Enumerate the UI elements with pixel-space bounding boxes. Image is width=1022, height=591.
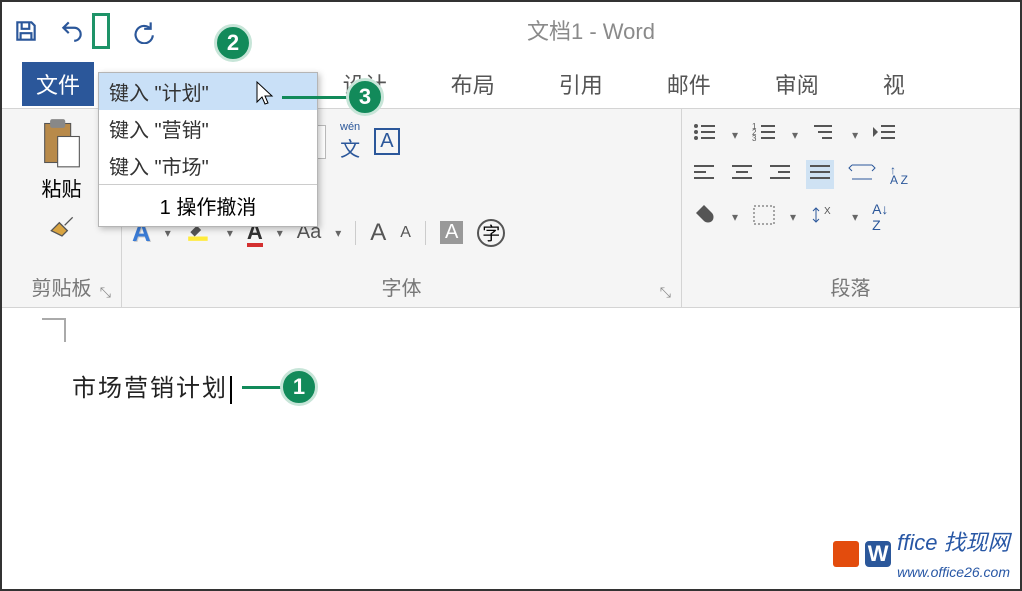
align-left-icon[interactable] bbox=[692, 162, 716, 187]
paste-label: 粘贴 bbox=[42, 173, 82, 202]
bullets-icon[interactable] bbox=[692, 121, 718, 148]
clipboard-group-label: 剪贴板 ⤡ bbox=[12, 270, 111, 303]
title-bar: 文档1 - Word bbox=[2, 2, 1020, 60]
watermark-word-icon: W bbox=[865, 541, 891, 567]
callout-1: 1 bbox=[280, 368, 318, 406]
paragraph-group: ▾ 123▾ ▾ ↑A Z ▾ ▾ X▾ A↓Z 段落 bbox=[682, 109, 1020, 307]
undo-item-3[interactable]: 键入 "市场" bbox=[99, 147, 317, 184]
redo-icon[interactable] bbox=[128, 17, 156, 45]
cursor-pointer-icon bbox=[254, 80, 276, 113]
line-spacing-icon[interactable]: X bbox=[810, 204, 838, 231]
watermark-office-icon bbox=[833, 541, 859, 567]
enclose-characters-icon[interactable]: 字 bbox=[477, 219, 505, 247]
save-icon[interactable] bbox=[12, 17, 40, 45]
tab-view[interactable]: 视 bbox=[881, 62, 907, 106]
undo-item-2[interactable]: 键入 "营销" bbox=[99, 110, 317, 147]
decrease-indent-icon[interactable] bbox=[872, 121, 898, 148]
svg-text:X: X bbox=[824, 206, 831, 217]
clipboard-launcher-icon[interactable]: ⤡ bbox=[100, 284, 111, 301]
undo-footer: 1 操作撤消 bbox=[99, 184, 317, 226]
font-group-label: 字体 ⤡ bbox=[132, 270, 671, 303]
watermark: W ffice 找现网 www.office26.com bbox=[833, 525, 1010, 583]
character-border-icon[interactable]: A bbox=[374, 128, 399, 155]
callout-3: 3 bbox=[346, 78, 384, 116]
window-title: 文档1 - Word bbox=[527, 14, 655, 46]
align-right-icon[interactable] bbox=[768, 162, 792, 187]
document-text: 市场营销计划 bbox=[72, 375, 228, 402]
character-shading-icon[interactable]: A bbox=[440, 221, 463, 244]
shrink-font-icon[interactable]: A bbox=[400, 224, 411, 242]
borders-icon[interactable] bbox=[752, 204, 776, 231]
callout-3-line bbox=[282, 96, 352, 99]
justify-icon[interactable] bbox=[806, 160, 834, 189]
font-launcher-icon[interactable]: ⤡ bbox=[660, 284, 671, 301]
undo-icon[interactable] bbox=[58, 17, 86, 45]
tab-references[interactable]: 引用 bbox=[557, 62, 605, 106]
paragraph-group-label: 段落 bbox=[692, 270, 1009, 303]
paste-button[interactable]: 粘贴 bbox=[39, 117, 85, 202]
tab-mailings[interactable]: 邮件 bbox=[665, 62, 713, 106]
callout-2: 2 bbox=[214, 24, 252, 62]
sort-az-icon[interactable]: A↓Z bbox=[872, 201, 888, 233]
callout-1-line bbox=[242, 386, 282, 389]
sort-icon[interactable]: ↑A Z bbox=[890, 165, 908, 185]
format-painter-icon[interactable] bbox=[46, 212, 78, 249]
tab-review[interactable]: 审阅 bbox=[773, 62, 821, 106]
multilevel-list-icon[interactable] bbox=[812, 121, 838, 148]
undo-item-1[interactable]: 键入 "计划" bbox=[99, 73, 317, 110]
phonetic-guide-icon[interactable]: wén 文 bbox=[340, 121, 360, 162]
numbering-icon[interactable]: 123 bbox=[752, 121, 778, 148]
tab-file[interactable]: 文件 bbox=[22, 62, 94, 106]
distribute-icon[interactable] bbox=[848, 161, 876, 188]
tab-layout[interactable]: 布局 bbox=[449, 62, 497, 106]
shading-icon[interactable] bbox=[692, 203, 718, 232]
undo-dropdown-handle[interactable] bbox=[92, 13, 110, 49]
grow-font-icon[interactable]: A bbox=[370, 219, 386, 247]
document-area[interactable]: 市场营销计划 1 bbox=[2, 308, 1020, 464]
text-cursor bbox=[230, 376, 232, 404]
quick-access-toolbar bbox=[12, 13, 156, 49]
page-corner-mark bbox=[42, 318, 66, 342]
align-center-icon[interactable] bbox=[730, 162, 754, 187]
svg-text:3: 3 bbox=[752, 134, 757, 143]
